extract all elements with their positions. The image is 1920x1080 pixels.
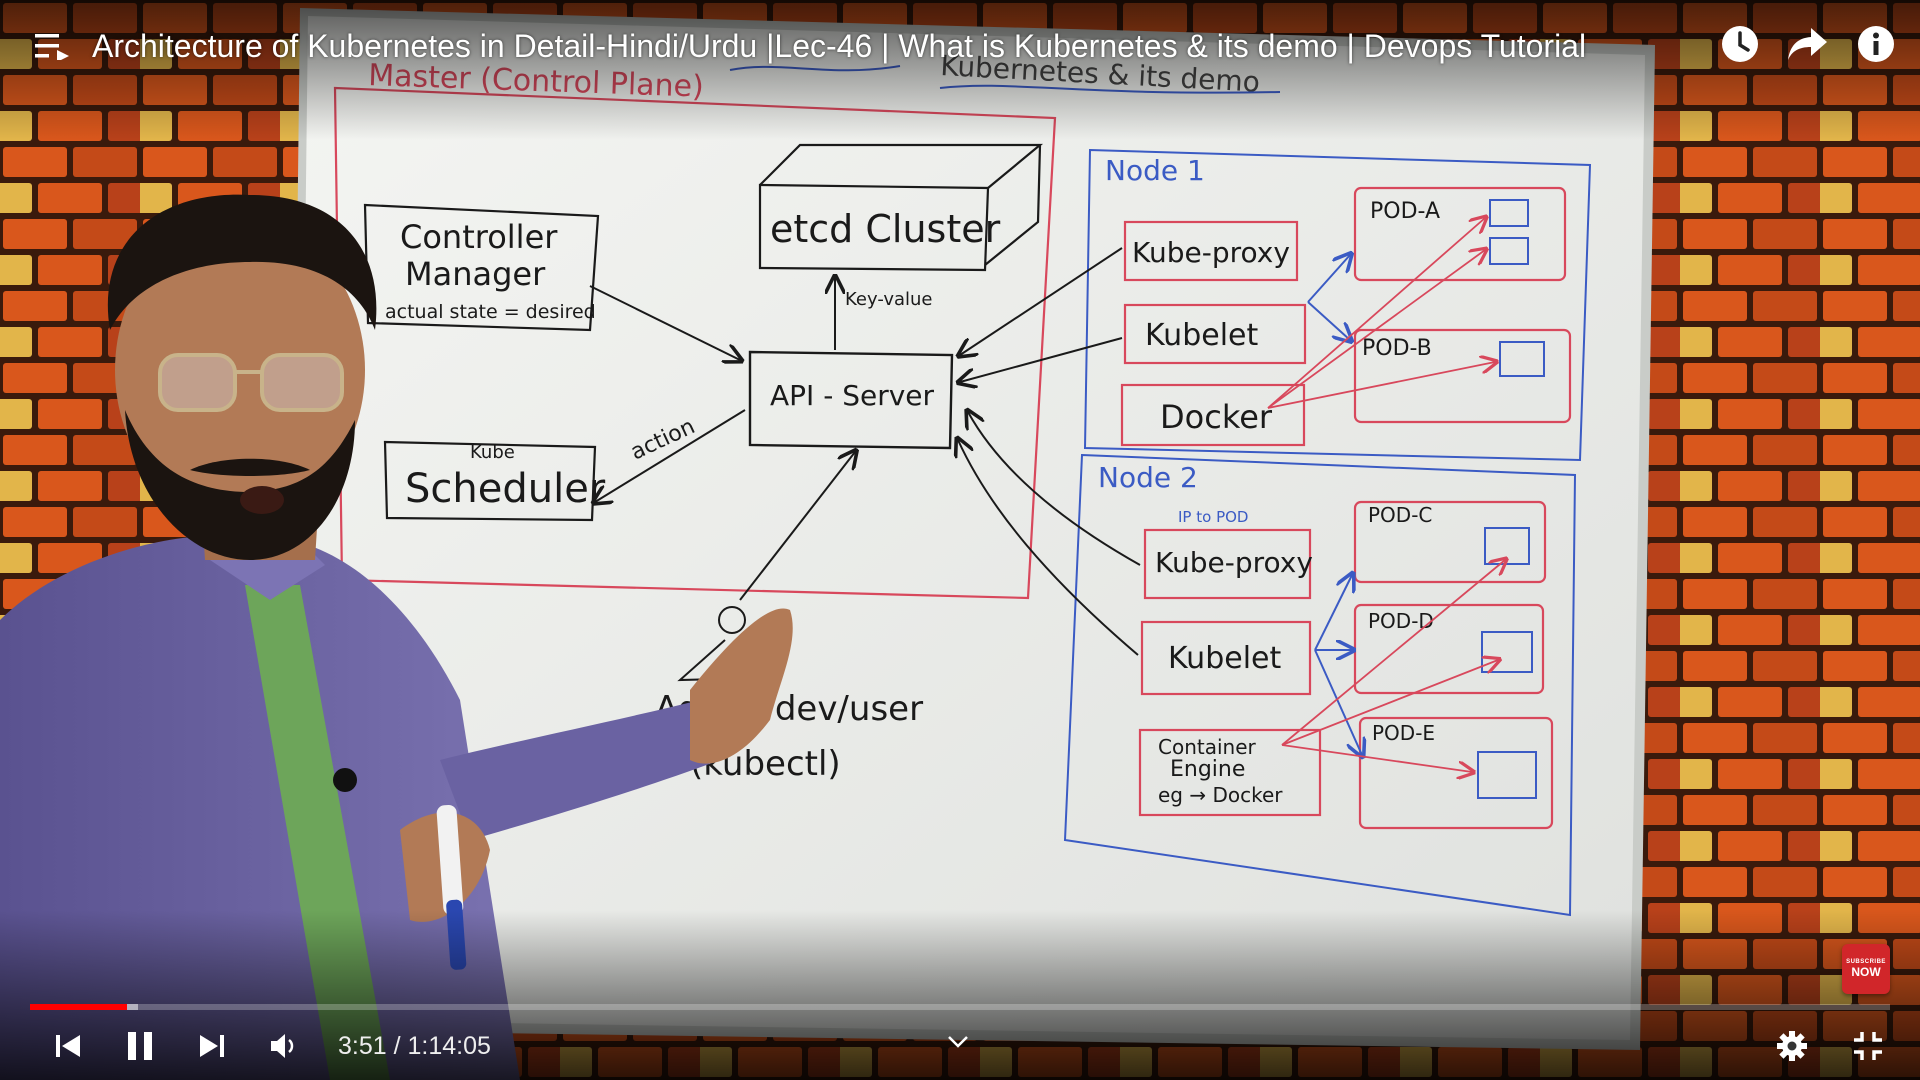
controller-manager-line3: actual state = desired xyxy=(385,301,596,323)
pod-a-label: POD-A xyxy=(1370,199,1440,224)
clock-icon[interactable] xyxy=(1716,20,1764,68)
time-display: 3:51 / 1:14:05 xyxy=(338,1031,491,1060)
gear-icon[interactable] xyxy=(1768,1022,1816,1070)
pod-d-label: POD-D xyxy=(1368,609,1434,633)
share-icon[interactable] xyxy=(1784,20,1832,68)
top-right-actions xyxy=(1716,20,1900,68)
pod-c-label: POD-C xyxy=(1368,503,1432,527)
volume-icon[interactable] xyxy=(260,1022,308,1070)
progress-bar[interactable] xyxy=(30,1004,1890,1010)
node-2-kube-proxy-label: Kube-proxy xyxy=(1155,546,1313,579)
menu-icon[interactable] xyxy=(28,22,76,70)
scheduler-label: Scheduler xyxy=(405,466,606,512)
info-icon[interactable] xyxy=(1852,20,1900,68)
pod-b-label: POD-B xyxy=(1362,336,1432,361)
node-1-kube-proxy-label: Kube-proxy xyxy=(1132,236,1290,269)
node-2-label: Node 2 xyxy=(1098,461,1198,494)
controller-manager-line1: Controller xyxy=(400,218,558,256)
chevron-down-icon[interactable] xyxy=(938,1028,978,1056)
exit-fullscreen-icon[interactable] xyxy=(1844,1022,1892,1070)
video-title[interactable]: Architecture of Kubernetes in Detail-Hin… xyxy=(92,28,1586,65)
node-2-ip-note: IP to POD xyxy=(1178,508,1248,526)
pause-icon[interactable] xyxy=(116,1022,164,1070)
container-engine-line2: Engine xyxy=(1170,757,1245,782)
subscribe-now-badge[interactable]: SUBSCRIBE NOW xyxy=(1842,944,1890,994)
subscribe-badge-line2: NOW xyxy=(1851,965,1881,979)
controls-right xyxy=(1768,1020,1892,1072)
video-frame: Master (Control Plane) Kubernetes & its … xyxy=(0,0,1920,1080)
controls-left: 3:51 / 1:14:05 xyxy=(44,1020,491,1072)
node-1-docker-label: Docker xyxy=(1160,398,1273,436)
node-2-kubelet-label: Kubelet xyxy=(1168,641,1281,676)
api-server-label: API - Server xyxy=(770,379,935,412)
node-1-label: Node 1 xyxy=(1105,154,1205,187)
previous-icon[interactable] xyxy=(44,1022,92,1070)
progress-played xyxy=(30,1004,127,1010)
controller-manager-line2: Manager xyxy=(405,255,546,293)
title-bar: Architecture of Kubernetes in Detail-Hin… xyxy=(28,22,1586,70)
container-engine-line3: eg → Docker xyxy=(1158,783,1283,807)
node-1-kubelet-label: Kubelet xyxy=(1145,318,1258,353)
scheduler-small-label: Kube xyxy=(470,442,515,463)
etcd-label: etcd Cluster xyxy=(770,207,1001,251)
pod-e-label: POD-E xyxy=(1372,721,1435,745)
key-value-label: Key-value xyxy=(845,289,933,310)
container-engine-line1: Container xyxy=(1158,735,1257,759)
video-player[interactable]: Master (Control Plane) Kubernetes & its … xyxy=(0,0,1920,1080)
next-icon[interactable] xyxy=(188,1022,236,1070)
whiteboard xyxy=(296,16,1645,1040)
